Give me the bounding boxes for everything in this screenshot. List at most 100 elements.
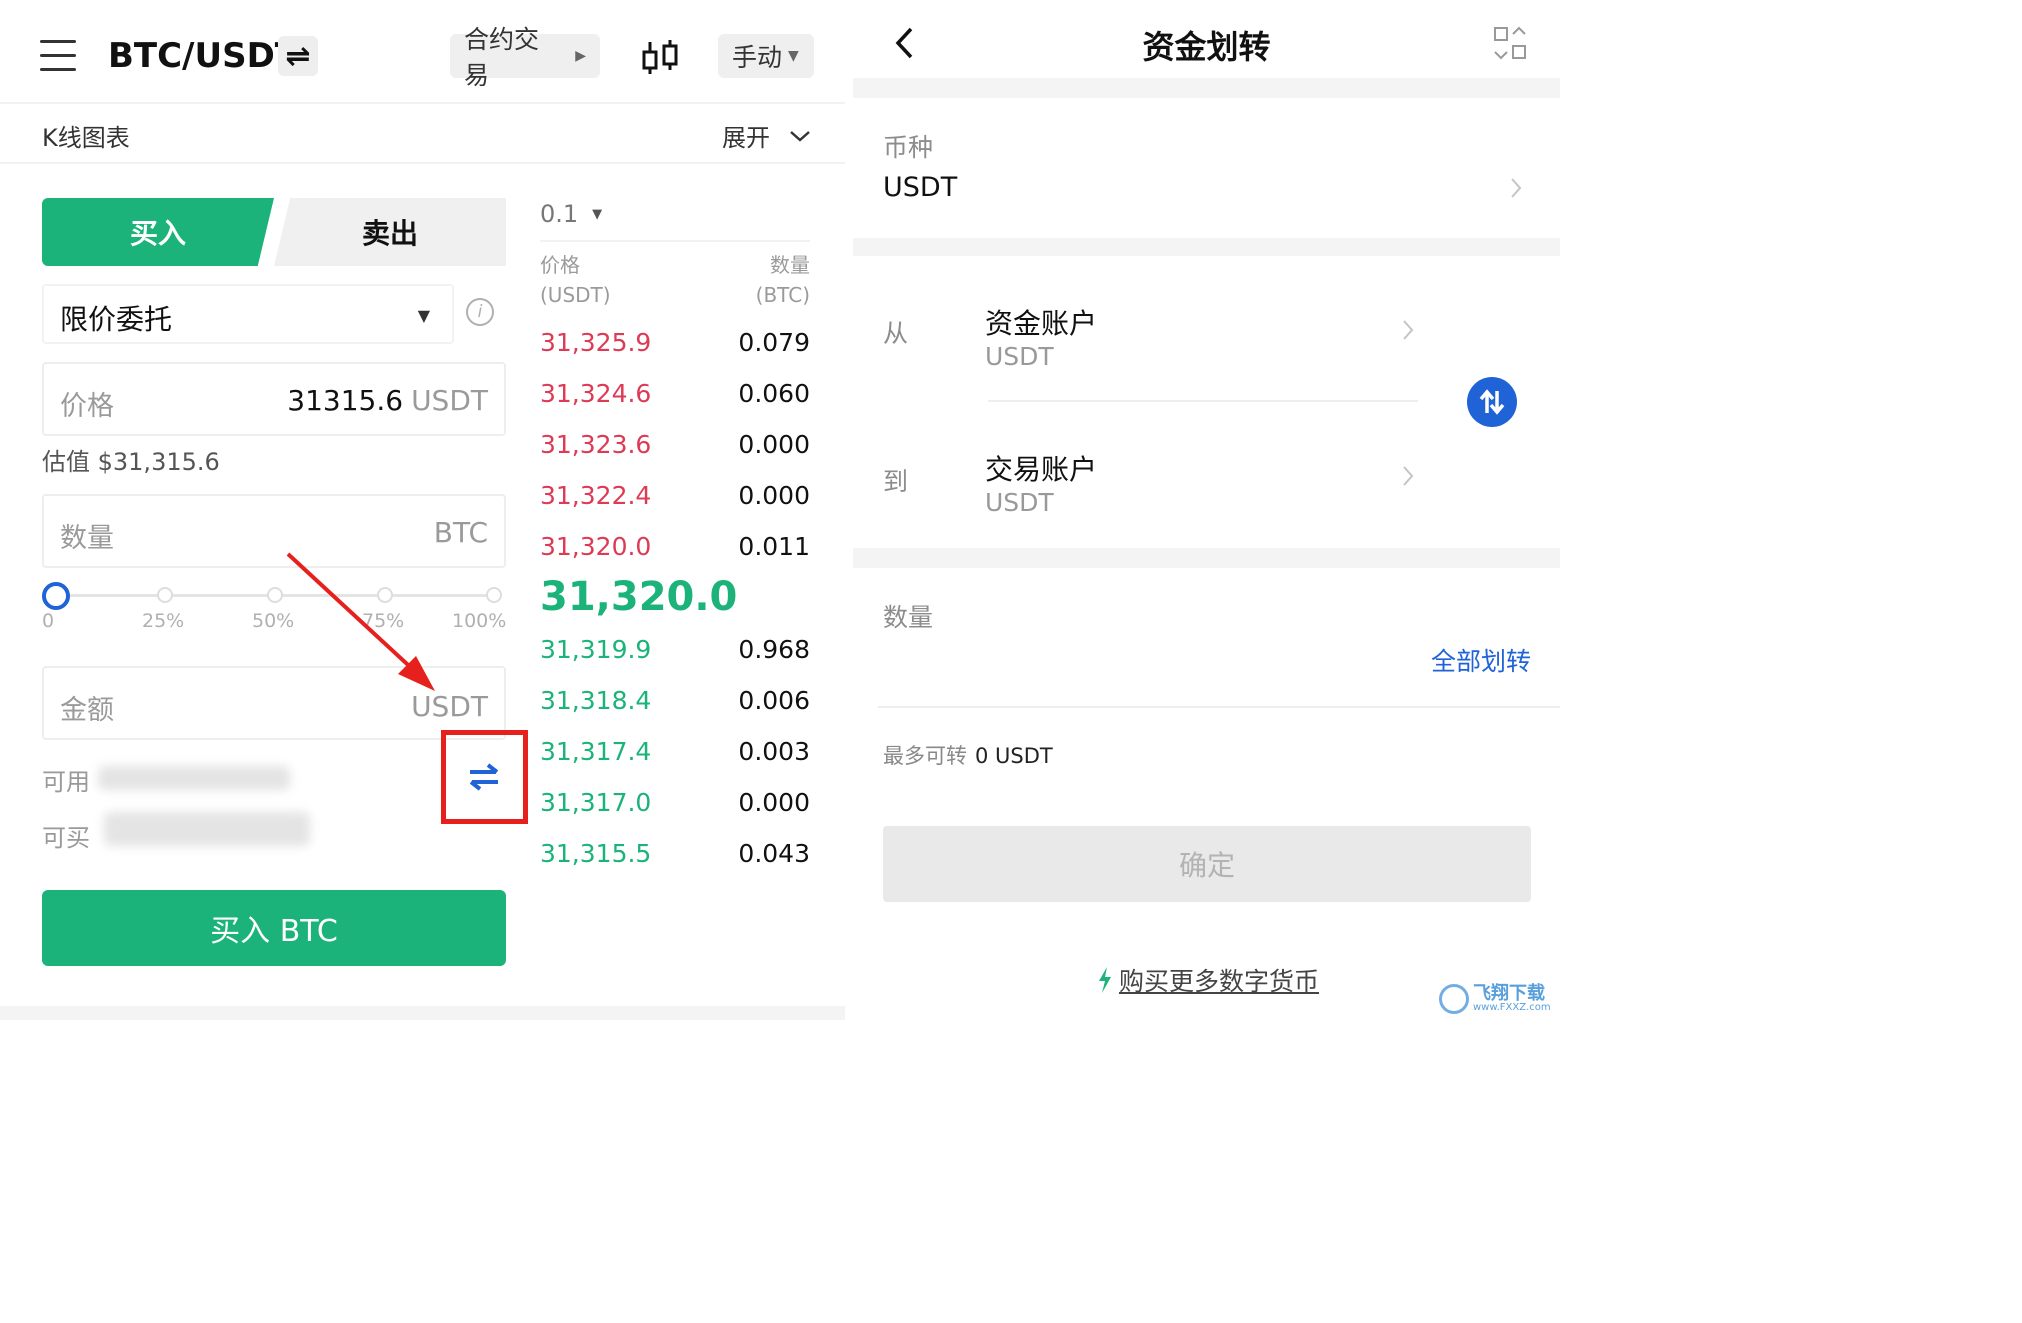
- slider-dot[interactable]: [486, 587, 502, 603]
- price-value: 31315.6: [287, 384, 404, 417]
- bid-row[interactable]: 31,317.0 0.000: [540, 788, 810, 820]
- from-account-row[interactable]: 从 资金账户 USDT: [853, 256, 1433, 396]
- currency-value: USDT: [883, 172, 958, 203]
- buy-tab[interactable]: 买入: [42, 198, 274, 266]
- chevron-down-icon: [790, 130, 810, 142]
- slider-dot[interactable]: [157, 587, 173, 603]
- confirm-button[interactable]: 确定: [883, 826, 1531, 902]
- ask-price: 31,322.4: [540, 481, 652, 510]
- estimated-value: 估值 $31,315.6: [42, 448, 220, 476]
- price-label: 价格: [60, 391, 114, 422]
- from-account-currency: USDT: [985, 342, 1054, 371]
- can-buy-label: 可买: [42, 824, 90, 852]
- currency-label: 币种: [883, 133, 934, 162]
- trade-panel: BTC/USDT ⇌ 合约交易 ▶ 手动 ▼ K线图表 展开 买入 卖出 限价委…: [0, 0, 845, 1020]
- ask-qty: 0.000: [738, 481, 810, 510]
- fund-transfer-panel: 资金划转 币种 USDT 从 资金账户 USDT 到 交易账户 USDT 数量 …: [853, 0, 1560, 1020]
- to-account-name: 交易账户: [985, 453, 1098, 486]
- contract-trade-label: 合约交易: [464, 25, 540, 90]
- switch-unit-icon[interactable]: [466, 762, 502, 792]
- trading-pair-title[interactable]: BTC/USDT: [108, 36, 298, 76]
- ask-row[interactable]: 31,320.0 0.011: [540, 532, 810, 564]
- ask-price: 31,324.6: [540, 379, 652, 408]
- price-header-label: 价格: [540, 253, 580, 277]
- precision-value: 0.1: [540, 200, 579, 228]
- qty-header-unit: (BTC): [755, 283, 810, 307]
- ask-row[interactable]: 31,325.9 0.079: [540, 328, 810, 360]
- section-gap: [853, 78, 1560, 98]
- price-input[interactable]: 价格 31315.6 USDT: [42, 362, 506, 436]
- bid-row[interactable]: 31,319.9 0.968: [540, 635, 810, 667]
- ask-row[interactable]: 31,324.6 0.060: [540, 379, 810, 411]
- ask-row[interactable]: 31,322.4 0.000: [540, 481, 810, 513]
- order-type-select[interactable]: 限价委托 ▼: [42, 284, 454, 344]
- scan-icon[interactable]: [1493, 26, 1527, 60]
- buy-more-link[interactable]: 购买更多数字货币: [1097, 962, 1319, 998]
- last-price: 31,320.0: [540, 574, 738, 620]
- chevron-right-icon: [1403, 320, 1414, 340]
- watermark-circle-icon: [1439, 984, 1469, 1014]
- quantity-label: 数量: [883, 603, 934, 632]
- sell-tab[interactable]: 卖出: [274, 198, 506, 266]
- bid-row[interactable]: 31,315.5 0.043: [540, 839, 810, 871]
- slider-handle[interactable]: [42, 582, 70, 610]
- triangle-down-icon: ▼: [592, 206, 603, 222]
- bid-qty: 0.003: [738, 737, 810, 766]
- slider-label: 0: [42, 610, 55, 632]
- buy-btc-button[interactable]: 买入 BTC: [42, 890, 506, 966]
- bid-price: 31,317.4: [540, 737, 652, 766]
- watermark-text: 飞翔下载: [1473, 983, 1545, 1004]
- manual-mode-dropdown[interactable]: 手动 ▼: [718, 34, 814, 78]
- available-label: 可用: [42, 768, 90, 796]
- transfer-all-button[interactable]: 全部划转: [1431, 642, 1531, 678]
- ask-price: 31,323.6: [540, 430, 652, 459]
- chevron-right-icon: [1511, 178, 1522, 198]
- triangle-right-icon: ▶: [575, 48, 586, 64]
- orderbook-qty-header: 数量 (BTC): [740, 250, 810, 310]
- kline-chart-label: K线图表: [42, 124, 130, 152]
- bid-price: 31,319.9: [540, 635, 652, 664]
- price-unit: USDT: [411, 384, 488, 417]
- candlestick-icon[interactable]: [640, 38, 680, 78]
- bid-row[interactable]: 31,317.4 0.003: [540, 737, 810, 769]
- bid-price: 31,317.0: [540, 788, 652, 817]
- page-title: 资金划转: [1142, 28, 1271, 66]
- section-gap: [853, 238, 1560, 256]
- from-label: 从: [883, 319, 909, 348]
- info-icon[interactable]: i: [466, 298, 494, 326]
- orderbook-price-header: 价格 (USDT): [540, 250, 611, 310]
- slider-label: 25%: [142, 610, 185, 632]
- slider-label: 100%: [452, 610, 507, 632]
- menu-icon[interactable]: [40, 40, 76, 72]
- bid-qty: 0.006: [738, 686, 810, 715]
- to-account-currency: USDT: [985, 488, 1054, 517]
- amount-label: 金额: [60, 695, 114, 726]
- qty-header-label: 数量: [770, 253, 810, 277]
- max-transferable: 最多可转 0 USDT: [883, 740, 1053, 770]
- swap-direction-icon[interactable]: [1467, 377, 1517, 427]
- from-to-divider: [988, 400, 1418, 402]
- swap-icon[interactable]: ⇌: [278, 36, 318, 76]
- contract-trade-button[interactable]: 合约交易 ▶: [450, 25, 600, 90]
- ask-row[interactable]: 31,323.6 0.000: [540, 430, 810, 462]
- can-buy-value-blurred: [104, 812, 310, 846]
- section-gap: [853, 548, 1560, 568]
- precision-dropdown[interactable]: 0.1 ▼: [540, 200, 602, 228]
- bid-row[interactable]: 31,318.4 0.006: [540, 686, 810, 718]
- ask-price: 31,325.9: [540, 328, 652, 357]
- bid-price: 31,315.5: [540, 839, 652, 868]
- currency-row[interactable]: 币种 USDT: [853, 98, 1560, 238]
- kline-divider: [0, 162, 845, 164]
- quantity-unit: BTC: [433, 516, 488, 549]
- bid-qty: 0.043: [738, 839, 810, 868]
- quantity-label: 数量: [60, 523, 114, 554]
- ask-qty: 0.079: [738, 328, 810, 357]
- to-account-row[interactable]: 到 交易账户 USDT: [853, 404, 1433, 544]
- bid-qty: 0.000: [738, 788, 810, 817]
- triangle-down-icon: ▼: [788, 48, 799, 64]
- max-transfer-value: 0 USDT: [975, 744, 1053, 768]
- triangle-down-icon: ▼: [417, 306, 430, 325]
- kline-expand-button[interactable]: 展开: [722, 118, 812, 153]
- quantity-divider: [878, 706, 1560, 708]
- quantity-input[interactable]: [883, 630, 1423, 690]
